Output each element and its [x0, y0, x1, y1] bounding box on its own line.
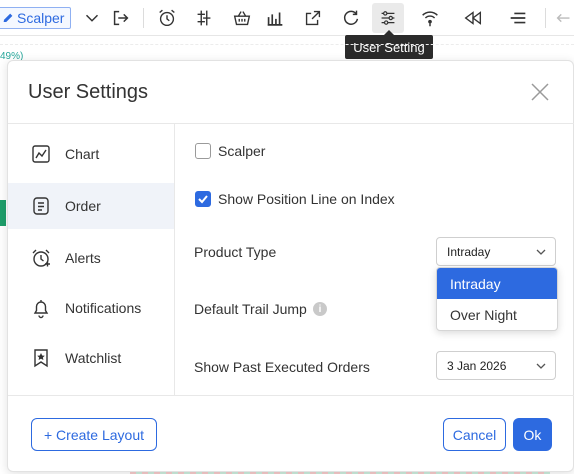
bar-chart-icon[interactable]	[263, 6, 287, 30]
user-settings-dialog: User Settings Chart Order Alerts Notific…	[7, 60, 574, 472]
chart-icon	[32, 145, 50, 163]
basket-icon[interactable]	[230, 6, 254, 30]
divider	[174, 123, 175, 395]
scalper-button-label: Scalper	[17, 10, 65, 26]
toolbar-divider	[143, 8, 144, 28]
nav-item-label: Notifications	[65, 300, 142, 316]
nav-item-label: Alerts	[65, 250, 101, 266]
tooltip: User Setting	[345, 30, 433, 59]
candle-settings-icon[interactable]	[192, 6, 216, 30]
menu-icon[interactable]	[506, 6, 530, 30]
edit-pen-icon	[3, 13, 13, 22]
product-type-label: Product Type	[194, 244, 277, 260]
close-icon[interactable]	[529, 81, 551, 103]
create-layout-button[interactable]: + Create Layout	[31, 418, 157, 451]
nav-item-chart[interactable]: Chart	[8, 131, 174, 177]
nav-item-order[interactable]: Order	[8, 183, 174, 229]
chevron-down-icon	[536, 363, 546, 369]
broadcast-icon[interactable]	[418, 6, 442, 30]
divider	[8, 123, 574, 124]
past-orders-label: Show Past Executed Orders	[194, 359, 370, 375]
chevron-down-icon	[536, 249, 546, 255]
trail-jump-label: Default Trail Jump	[194, 301, 307, 317]
nav-item-label: Chart	[65, 146, 100, 162]
divider	[8, 395, 574, 396]
refresh-icon[interactable]	[339, 6, 363, 30]
checkmark-icon	[198, 195, 208, 204]
external-link-icon[interactable]	[301, 6, 325, 30]
nav-item-alerts[interactable]: Alerts	[8, 235, 174, 281]
toolbar-divider	[545, 8, 546, 28]
nav-item-notifications[interactable]: Notifications	[8, 285, 174, 331]
background-gridline	[0, 44, 574, 45]
nav-item-watchlist[interactable]: Watchlist	[8, 335, 174, 381]
scalper-setting-label: Scalper	[218, 143, 266, 159]
product-type-value: Intraday	[447, 244, 491, 259]
nav-item-label: Watchlist	[65, 350, 122, 366]
exit-icon[interactable]	[109, 6, 133, 30]
alarm-icon	[32, 249, 50, 267]
position-line-label: Show Position Line on Index	[218, 191, 395, 207]
cancel-button[interactable]: Cancel	[443, 418, 506, 451]
position-line-checkbox[interactable]	[195, 191, 211, 207]
document-icon	[33, 197, 49, 215]
nav-item-label: Order	[65, 198, 101, 214]
scalper-checkbox[interactable]	[195, 143, 211, 159]
alarm-add-icon[interactable]	[155, 6, 179, 30]
top-toolbar: Scalper	[0, 0, 574, 36]
product-type-select[interactable]: Intraday	[436, 237, 556, 266]
dialog-title: User Settings	[28, 81, 149, 103]
info-icon[interactable]: i	[313, 302, 327, 316]
scalper-button[interactable]: Scalper	[0, 7, 71, 29]
rewind-icon[interactable]	[461, 6, 485, 30]
past-orders-date-value: 3 Jan 2026	[447, 358, 507, 373]
undo-icon[interactable]	[552, 6, 574, 30]
bookmark-star-icon	[34, 349, 48, 368]
ok-button[interactable]: Ok	[513, 418, 552, 451]
sliders-icon[interactable]	[372, 3, 404, 33]
dropdown-option-over-night[interactable]: Over Night	[437, 299, 557, 330]
chevron-down-icon[interactable]	[80, 6, 104, 30]
background-candle	[0, 200, 6, 226]
dropdown-option-intraday[interactable]: Intraday	[437, 268, 557, 299]
product-type-dropdown: Intraday Over Night	[436, 267, 558, 331]
bell-icon	[33, 300, 49, 319]
past-orders-date-select[interactable]: 3 Jan 2026	[436, 351, 556, 380]
